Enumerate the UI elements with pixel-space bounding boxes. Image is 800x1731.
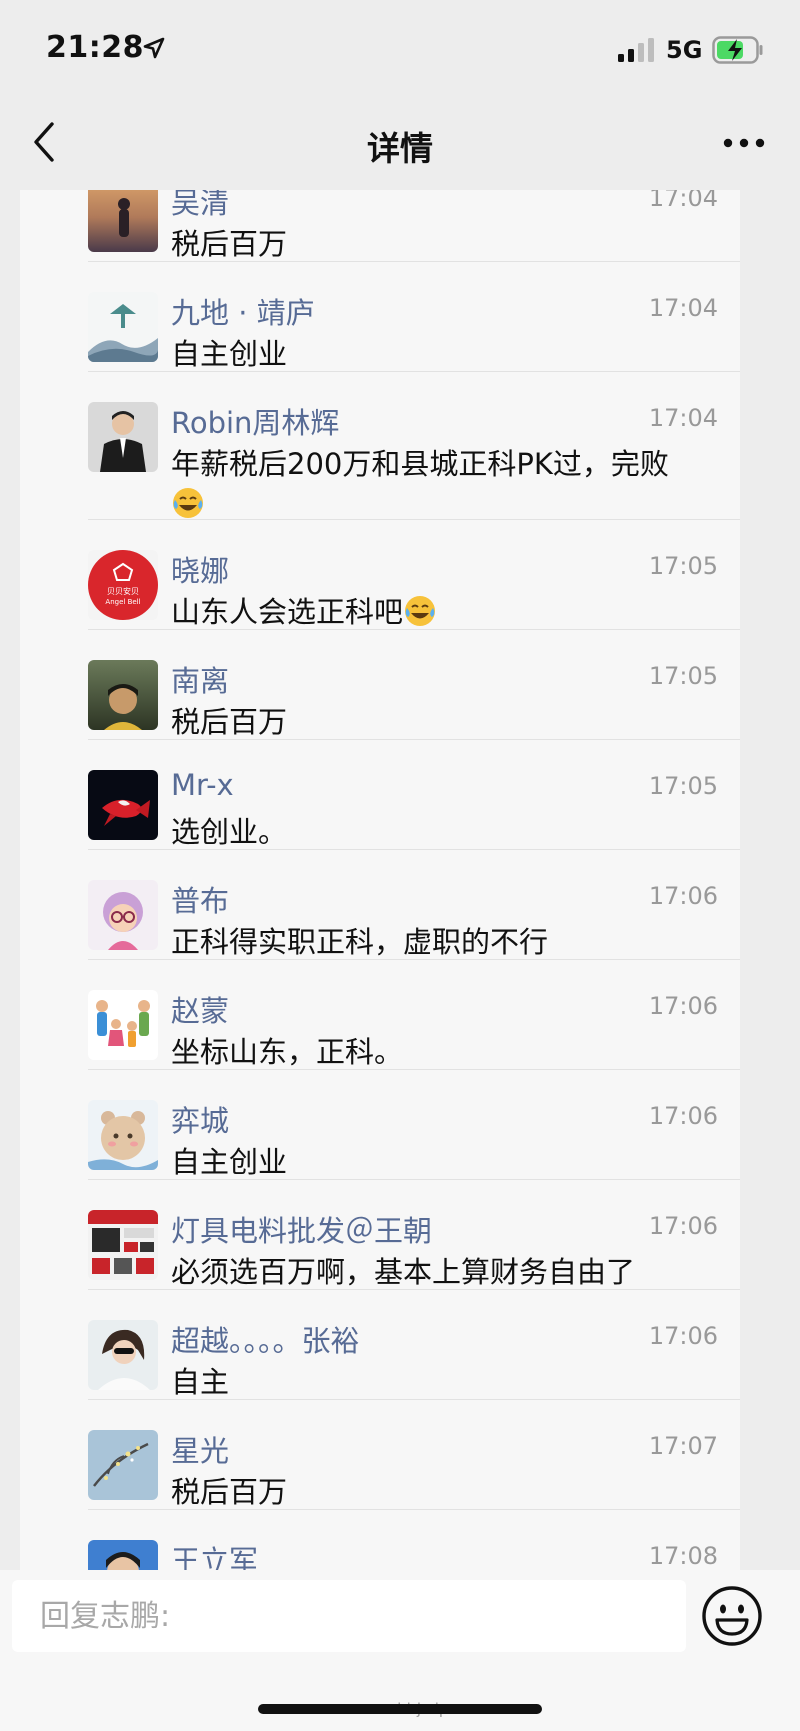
comment-row[interactable]: 贝贝安贝 Angel Bell 晓娜 17:05 山东人会选正科吧 (20, 520, 740, 630)
avatar[interactable] (88, 770, 158, 840)
commenter-name[interactable]: 弈城 (171, 1098, 229, 1140)
comment-text-content: 年薪税后200万和县城正科PK过，完败 (171, 447, 669, 481)
commenter-name[interactable]: 超越。。。。张裕 (171, 1318, 360, 1360)
comment-time: 17:04 (648, 294, 718, 322)
avatar[interactable] (88, 880, 158, 950)
commenter-name[interactable]: Robin周林辉 (171, 400, 339, 442)
commenter-name[interactable]: Mr-x (171, 768, 234, 802)
comment-time: 17:04 (648, 190, 718, 212)
comment-text: 税后百万 (171, 705, 288, 739)
tears-of-joy-emoji-icon (173, 488, 203, 518)
avatar[interactable] (88, 1100, 158, 1170)
comments-panel[interactable]: 吴清 17:04 税后百万 九地 · 靖庐 17:04 自主创业 Robin周林… (20, 190, 740, 1570)
signal-icon (618, 38, 654, 62)
comment-text: 自主 (171, 1365, 230, 1399)
comment-time: 17:07 (648, 1432, 718, 1460)
comment-time: 17:06 (648, 992, 718, 1020)
comment-time: 17:05 (648, 662, 718, 690)
avatar[interactable] (88, 1430, 158, 1500)
network-label: 5G (666, 36, 703, 64)
tears-of-joy-emoji-icon (405, 596, 436, 626)
comment-time: 17:05 (648, 552, 718, 580)
commenter-name[interactable]: 九地 · 靖庐 (171, 290, 315, 332)
avatar[interactable] (88, 660, 158, 730)
commenter-name[interactable]: 王立军 (171, 1538, 258, 1570)
comment-time: 17:04 (648, 404, 718, 432)
comment-text: 自主创业 (171, 1145, 288, 1179)
commenter-name[interactable]: 灯具电料批发＠王朝 (171, 1208, 432, 1250)
comment-row[interactable]: 灯具电料批发＠王朝 17:06 必须选百万啊，基本上算财务自由了 (20, 1180, 740, 1290)
comment-row[interactable]: Mr-x 17:05 选创业。 (20, 740, 740, 850)
comment-text: 坐标山东，正科。 (171, 1035, 404, 1069)
comment-text-content: 山东人会选正科吧 (171, 595, 404, 629)
comment-text: 山东人会选正科吧 (171, 592, 731, 632)
reply-input[interactable] (12, 1580, 686, 1652)
more-dots-icon[interactable] (722, 136, 766, 150)
status-bar: 21:28 5G (0, 0, 800, 100)
commenter-name[interactable]: 晓娜 (171, 548, 229, 590)
comment-row[interactable]: 南离 17:05 税后百万 (20, 630, 740, 740)
avatar[interactable] (88, 402, 158, 472)
comment-time: 17:05 (648, 772, 718, 800)
comment-row[interactable]: 吴清 17:04 税后百万 (20, 190, 740, 262)
comment-time: 17:06 (648, 1322, 718, 1350)
comment-row[interactable]: 弈城 17:06 自主创业 (20, 1070, 740, 1180)
avatar[interactable] (88, 1210, 158, 1280)
avatar[interactable] (88, 1540, 158, 1570)
battery-charging-icon (712, 36, 763, 64)
location-arrow-icon (143, 37, 165, 59)
comment-row[interactable]: Robin周林辉 17:04 年薪税后200万和县城正科PK过，完败 (20, 372, 740, 520)
comment-text: 自主创业 (171, 337, 288, 371)
comment-text: 税后百万 (171, 227, 288, 261)
comment-time: 17:06 (648, 1102, 718, 1130)
avatar[interactable] (88, 292, 158, 362)
navigation-bar: 详情 (0, 100, 800, 190)
commenter-name[interactable]: 赵蒙 (171, 988, 229, 1030)
reply-bar: www.ddrj.vip (0, 1570, 800, 1731)
comment-row[interactable]: 普布 17:06 正科得实职正科，虚职的不行 (20, 850, 740, 960)
comment-time: 17:06 (648, 882, 718, 910)
avatar[interactable]: 贝贝安贝 Angel Bell (88, 550, 158, 620)
comment-row[interactable]: 超越。。。。张裕 17:06 自主 (20, 1290, 740, 1400)
comment-row[interactable]: 星光 17:07 税后百万 (20, 1400, 740, 1510)
comment-row[interactable]: 赵蒙 17:06 坐标山东，正科。 (20, 960, 740, 1070)
commenter-name[interactable]: 南离 (171, 658, 229, 700)
comment-text: 税后百万 (171, 1475, 288, 1509)
comment-time: 17:08 (648, 1542, 718, 1570)
comment-list: 吴清 17:04 税后百万 九地 · 靖庐 17:04 自主创业 Robin周林… (20, 190, 740, 1570)
status-time: 21:28 (46, 30, 144, 65)
comment-text: 正科得实职正科，虚职的不行 (171, 925, 549, 959)
avatar[interactable] (88, 1320, 158, 1390)
avatar[interactable] (88, 990, 158, 1060)
avatar[interactable] (88, 190, 158, 252)
avatar-brand-text: 贝贝安贝 (107, 586, 139, 596)
comment-text: 选创业。 (171, 815, 288, 849)
comment-row[interactable]: 王立军 17:08 (20, 1510, 740, 1570)
commenter-name[interactable]: 普布 (171, 878, 229, 920)
comment-text: 必须选百万啊，基本上算财务自由了 (171, 1255, 636, 1289)
comment-row[interactable]: 九地 · 靖庐 17:04 自主创业 (20, 262, 740, 372)
home-indicator[interactable] (258, 1704, 542, 1714)
commenter-name[interactable]: 星光 (171, 1428, 229, 1470)
page-title: 详情 (367, 129, 433, 168)
comment-time: 17:06 (648, 1212, 718, 1240)
smile-icon[interactable] (700, 1584, 764, 1648)
comment-text: 年薪税后200万和县城正科PK过，完败 (171, 444, 731, 524)
commenter-name[interactable]: 吴清 (171, 190, 229, 222)
avatar-brand-text: Angel Bell (105, 598, 140, 606)
